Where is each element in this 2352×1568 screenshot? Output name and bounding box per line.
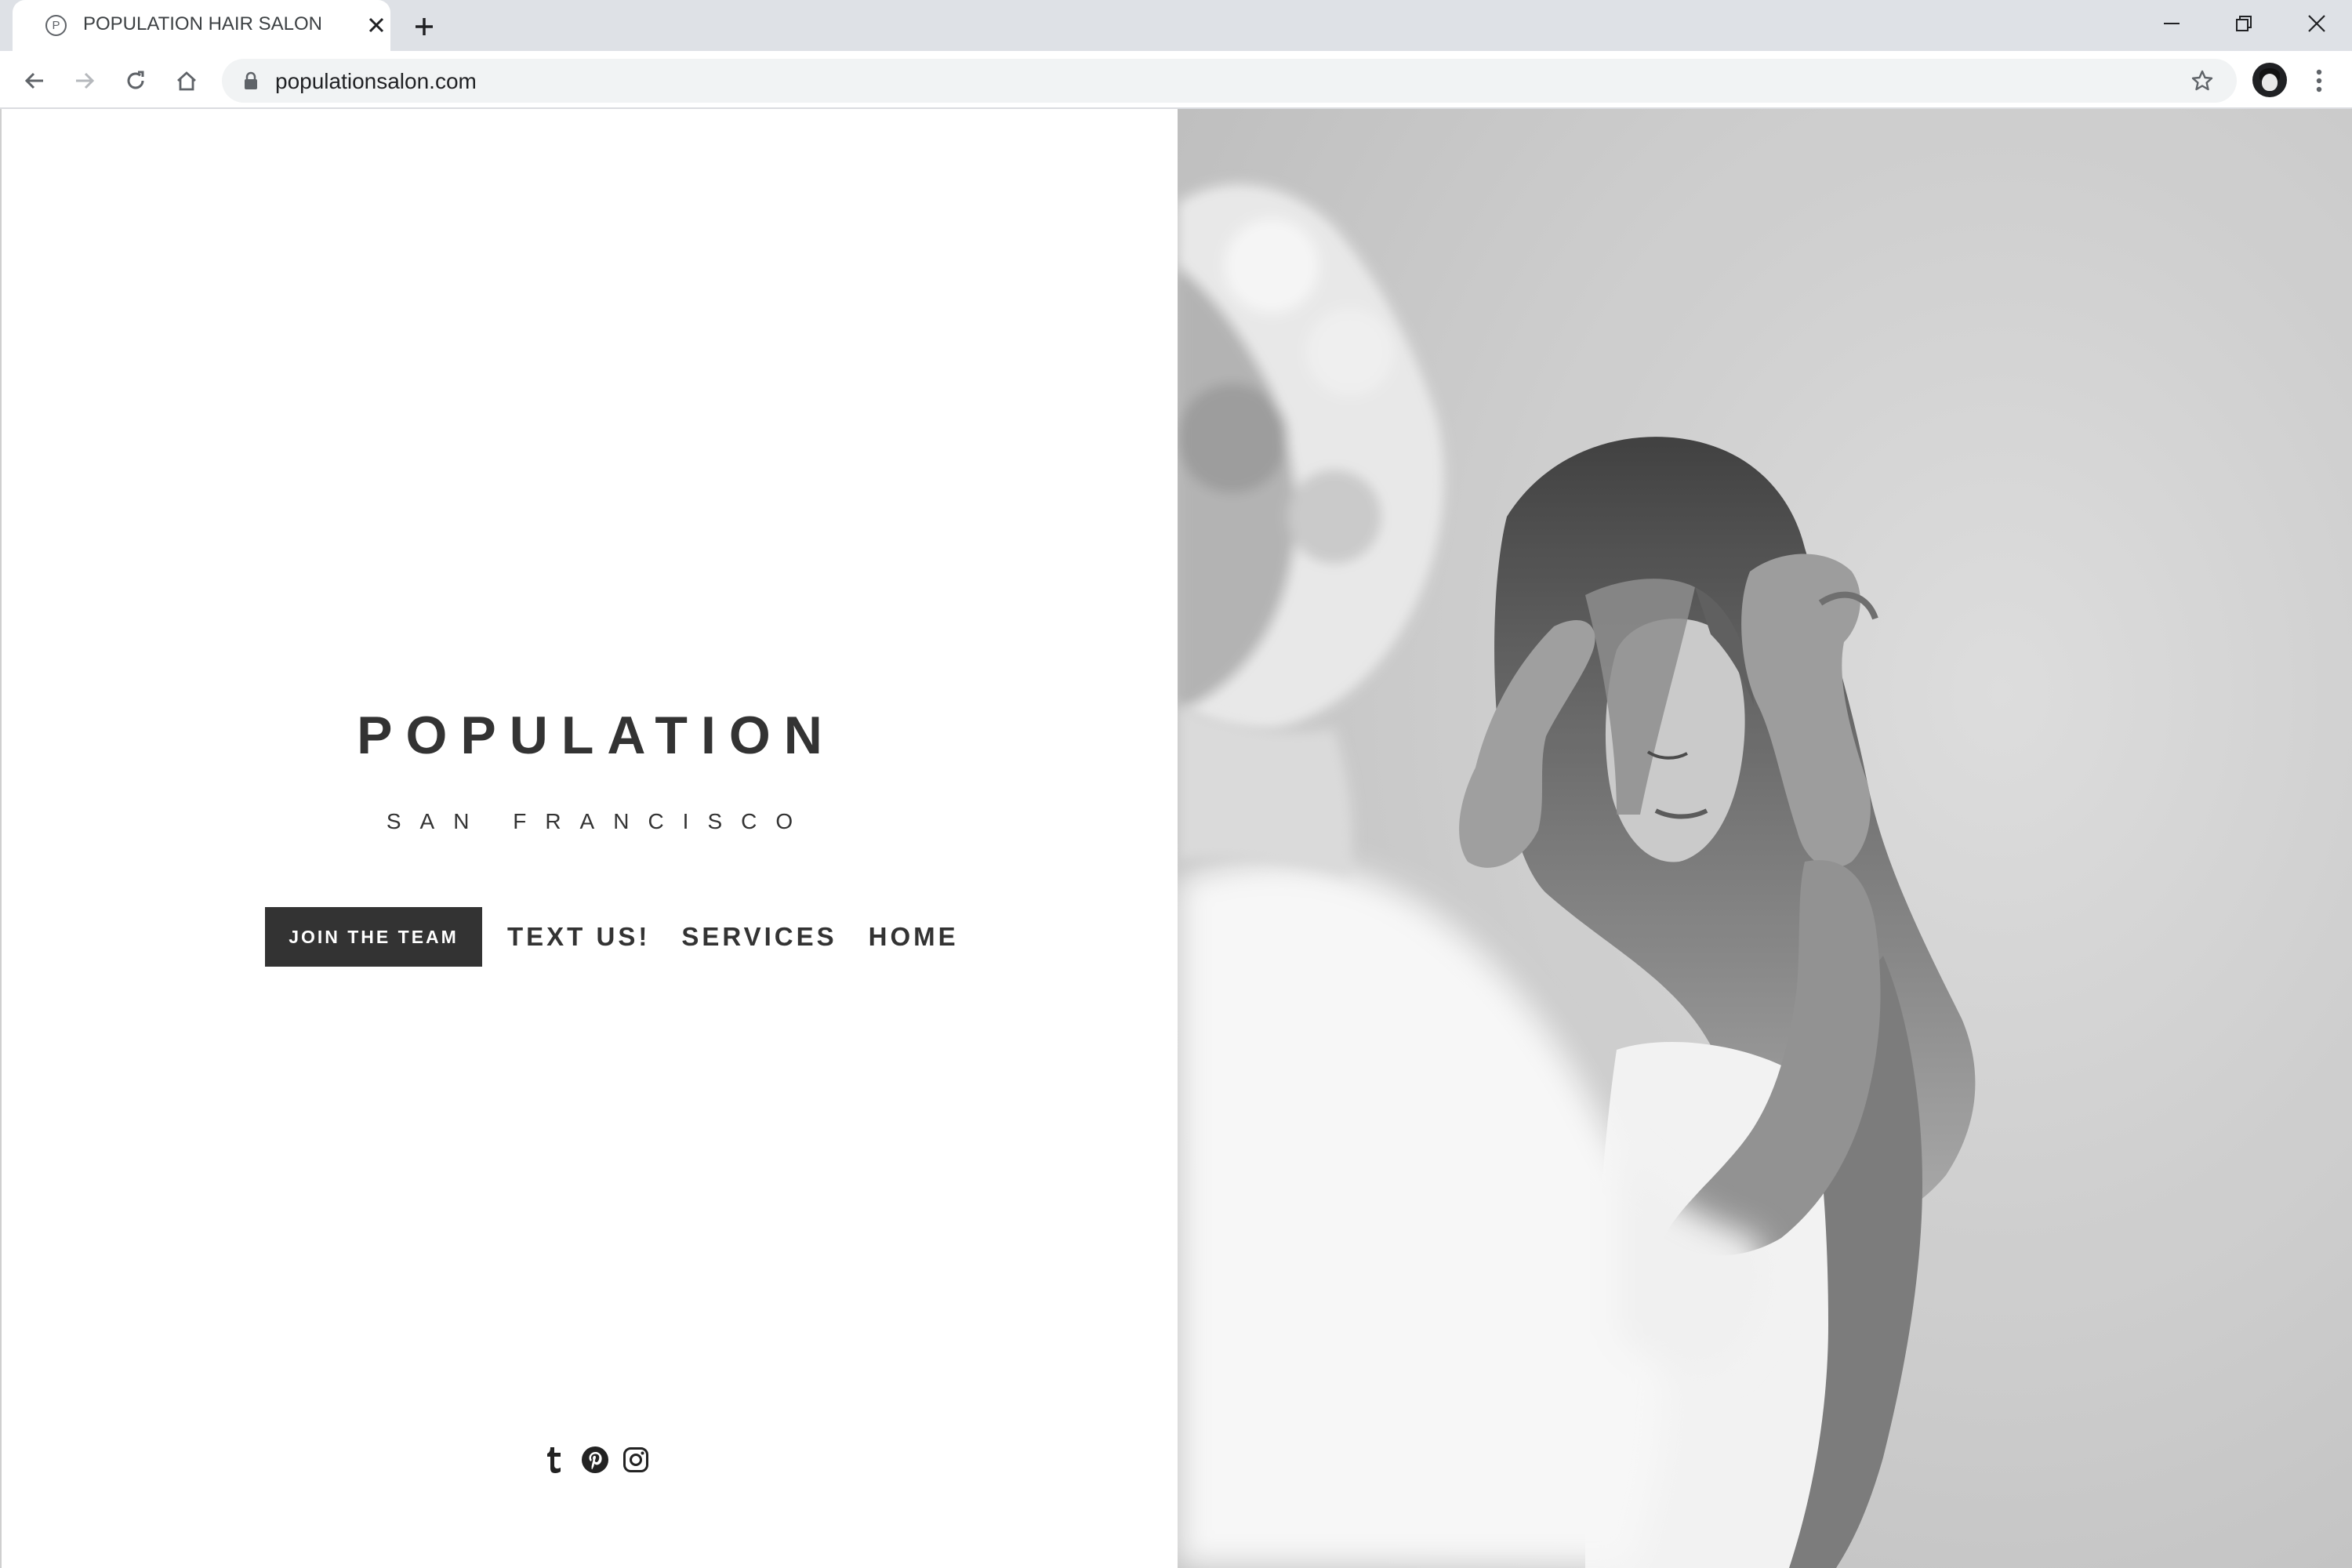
minimize-icon[interactable] [2152,6,2191,41]
url-text[interactable]: populationsalon.com [275,69,477,94]
nav-services[interactable]: SERVICES [681,922,837,952]
tab-strip: P POPULATION HAIR SALON [0,0,2352,51]
hero-photo [1178,109,2352,1568]
profile-avatar[interactable] [2252,63,2287,97]
hero-photo-illustration [1178,109,2352,1568]
menu-dots-icon[interactable] [2303,64,2335,98]
site-subtitle: SAN FRANCISCO [386,809,812,833]
main-nav: JOIN THE TEAM TEXT US! SERVICES HOME [265,907,959,967]
address-bar[interactable]: populationsalon.com [222,59,2237,103]
lock-icon[interactable] [241,71,261,91]
bookmark-star-icon[interactable] [2187,65,2218,96]
new-tab-icon[interactable] [408,11,440,42]
nav-home[interactable]: HOME [869,922,959,952]
browser-tab[interactable]: P POPULATION HAIR SALON [13,0,390,51]
left-panel: POPULATION SAN FRANCISCO JOIN THE TEAM T… [2,109,1178,1568]
site-logo-text[interactable]: POPULATION [2,705,1178,766]
browser-toolbar: populationsalon.com [0,51,2352,109]
tab-title: POPULATION HAIR SALON [83,13,322,34]
tab-close-icon[interactable] [362,11,390,39]
instagram-icon[interactable] [620,1444,652,1475]
forward-arrow-icon[interactable] [67,64,102,98]
page-viewport: POPULATION SAN FRANCISCO JOIN THE TEAM T… [0,109,2352,1568]
tumblr-icon[interactable] [539,1444,570,1475]
pinterest-icon[interactable] [579,1444,611,1475]
favicon-icon: P [45,15,67,36]
reload-icon[interactable] [118,64,153,98]
restore-icon[interactable] [2224,6,2263,41]
home-icon[interactable] [169,64,204,98]
join-the-team-button[interactable]: JOIN THE TEAM [265,907,482,967]
back-arrow-icon[interactable] [17,64,52,98]
social-links [539,1444,661,1475]
nav-text-us[interactable]: TEXT US! [507,922,650,952]
window-close-icon[interactable] [2297,6,2336,41]
